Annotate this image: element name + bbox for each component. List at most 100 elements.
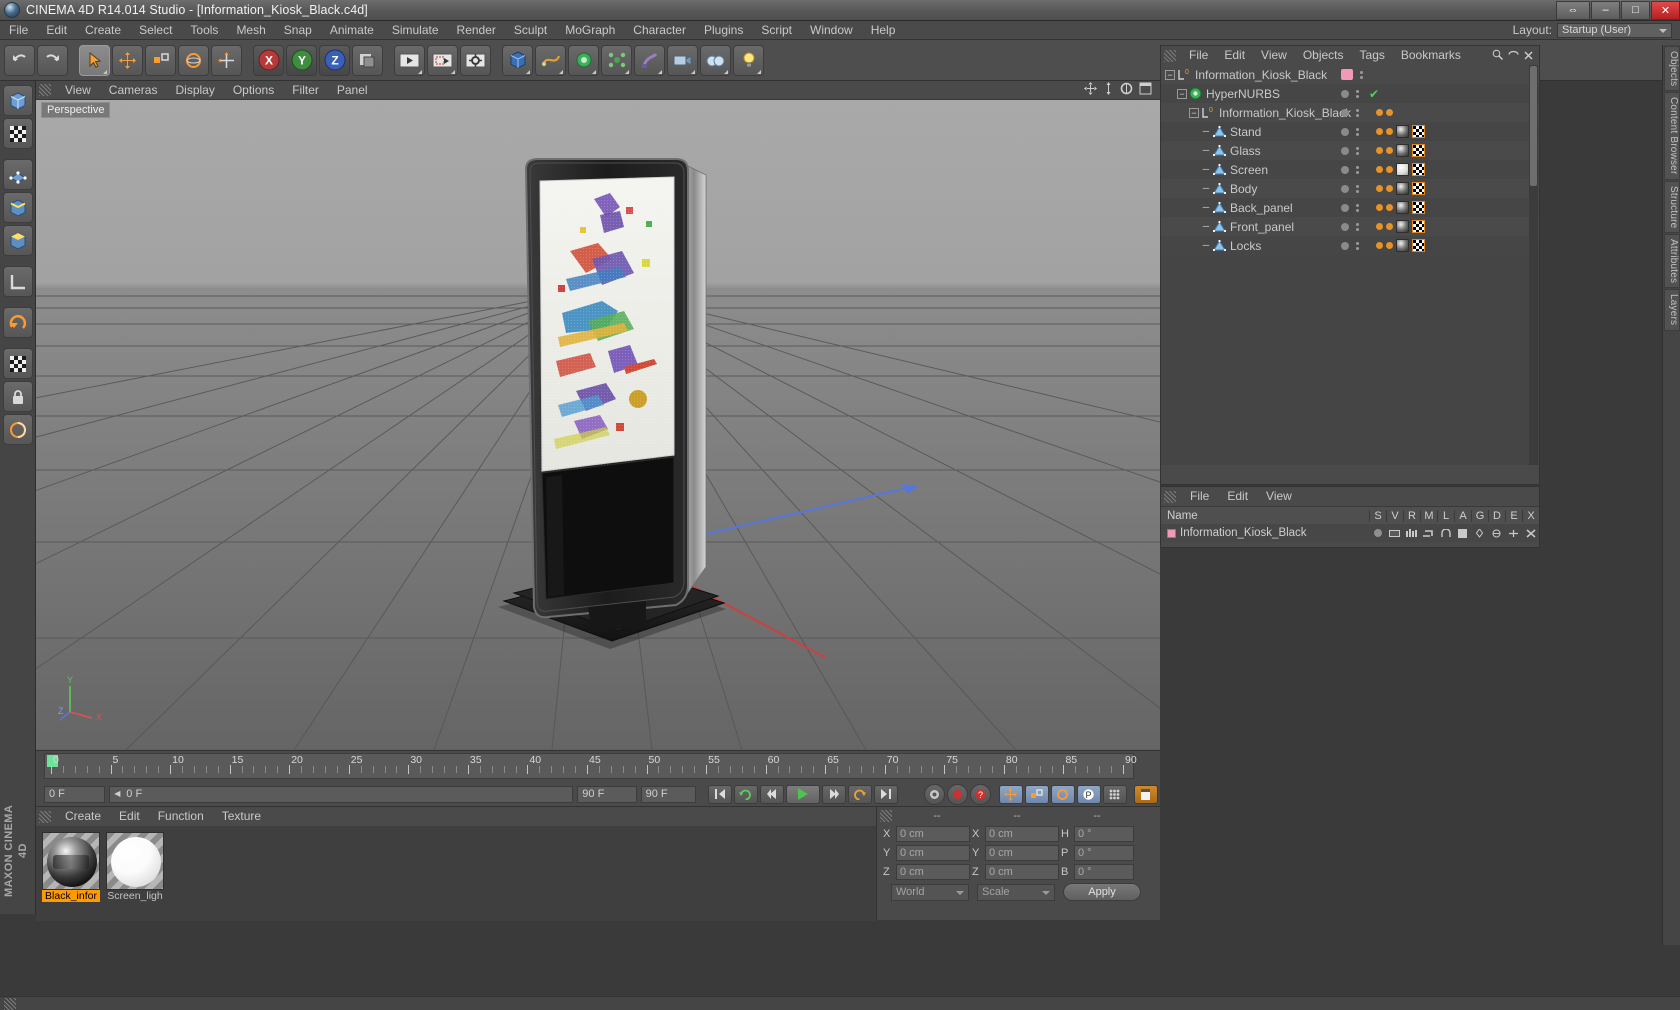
record-active-objects-button[interactable] (923, 783, 945, 805)
object-tags[interactable] (1376, 122, 1425, 141)
menu-window[interactable]: Window (801, 21, 862, 40)
rotate-button[interactable] (178, 44, 209, 76)
layer-cell-s[interactable] (1369, 529, 1386, 537)
object-visibility-dots[interactable] (1341, 122, 1359, 141)
tag-dot-icon[interactable] (1376, 128, 1383, 135)
lock-axis-button[interactable] (3, 381, 33, 412)
object-visibility-dots[interactable] (1341, 65, 1363, 84)
object-row[interactable]: ─ Glass (1161, 141, 1539, 160)
menu-mesh[interactable]: Mesh (227, 21, 274, 40)
editor-visibility-dot[interactable] (1341, 203, 1349, 212)
add-nurbs-button[interactable] (568, 44, 599, 76)
panel-grip-icon[interactable] (1164, 49, 1176, 62)
uvw-tag-icon[interactable] (1412, 239, 1425, 252)
redo-button[interactable] (37, 44, 68, 76)
menu-help[interactable]: Help (862, 21, 905, 40)
tag-dot-icon[interactable] (1376, 147, 1383, 154)
minimize-button[interactable]: – (1591, 0, 1620, 20)
material-item[interactable]: Black_infor (42, 832, 100, 921)
layer-col-m[interactable]: M (1420, 509, 1437, 522)
viewport-menu-view[interactable]: View (56, 81, 100, 100)
dock-tab-layers[interactable]: Layers (1664, 289, 1680, 331)
enabled-check-icon[interactable]: ✔ (1369, 87, 1379, 101)
coord-field-pos-y[interactable]: 0 cm (896, 844, 970, 861)
search-icon[interactable] (1492, 49, 1503, 63)
render-visibility-dots[interactable] (1356, 241, 1359, 250)
maximize-button[interactable]: □ (1621, 0, 1650, 20)
editor-visibility-dot[interactable] (1341, 184, 1349, 193)
layer-col-v[interactable]: V (1386, 509, 1403, 522)
coord-field-rot-h[interactable]: 0 ° (1074, 825, 1134, 842)
object-name-label[interactable]: Information_Kiosk_Black (1195, 68, 1327, 82)
editor-visibility-dot[interactable] (1341, 89, 1349, 98)
point-level-animation-button[interactable] (1102, 784, 1127, 804)
coord-field-size-y[interactable]: 0 cm (985, 844, 1059, 861)
menu-script[interactable]: Script (752, 21, 801, 40)
layout-dropdown[interactable]: Startup (User) (1557, 22, 1672, 38)
next-frame-button[interactable] (821, 784, 846, 804)
layer-cell-v[interactable] (1386, 529, 1403, 538)
coord-field-size-x[interactable]: 0 cm (985, 825, 1059, 842)
kiosk-3d-object[interactable] (496, 155, 726, 695)
menu-file[interactable]: File (0, 21, 37, 40)
tag-dot-icon[interactable] (1386, 223, 1393, 230)
editor-visibility-dot[interactable] (1341, 241, 1349, 250)
render-view-button[interactable] (394, 44, 425, 76)
previous-frame-button[interactable] (759, 784, 784, 804)
autokeying-button[interactable] (946, 783, 968, 805)
render-region-button[interactable] (427, 44, 458, 76)
layer-color-swatch[interactable] (1167, 528, 1176, 538)
coord-field-rot-p[interactable]: 0 ° (1074, 844, 1134, 861)
z-axis-lock-button[interactable]: Z (319, 44, 350, 76)
material-menu-edit[interactable]: Edit (110, 807, 149, 826)
tag-dot-icon[interactable] (1376, 204, 1383, 211)
material-sphere-white-icon[interactable] (106, 832, 164, 890)
layer-cell-a[interactable] (1454, 528, 1471, 538)
object-tags[interactable] (1376, 198, 1425, 217)
object-row[interactable]: ─ Locks (1161, 236, 1539, 255)
object-row[interactable]: ─ Stand (1161, 122, 1539, 141)
material-tag-icon[interactable] (1396, 163, 1409, 176)
model-mode-button[interactable] (3, 85, 33, 116)
world-axis-button[interactable] (211, 44, 242, 76)
menu-edit[interactable]: Edit (37, 21, 76, 40)
om-menu-tags[interactable]: Tags (1352, 46, 1393, 65)
coord-field-rot-b[interactable]: 0 ° (1074, 863, 1134, 880)
menu-character[interactable]: Character (624, 21, 695, 40)
timeline-preview-end-field[interactable]: 90 F (640, 785, 696, 803)
material-tag-icon[interactable] (1396, 220, 1409, 233)
object-row[interactable]: − HyperNURBS ✔ (1161, 84, 1539, 103)
viewport-menu-display[interactable]: Display (166, 81, 223, 100)
object-visibility-dots[interactable] (1341, 236, 1359, 255)
layer-cell-l[interactable] (1437, 528, 1454, 538)
lm-menu-file[interactable]: File (1181, 487, 1218, 506)
keyframe-selection-button[interactable]: ? (969, 783, 991, 805)
live-selection-button[interactable] (79, 44, 110, 76)
object-manager-scrollbar[interactable] (1529, 65, 1538, 465)
tag-dot-icon[interactable] (1376, 166, 1383, 173)
dock-tab-content-browser[interactable]: Content Browser (1664, 92, 1680, 180)
uvw-tag-icon[interactable] (1412, 163, 1425, 176)
play-button[interactable] (785, 784, 820, 804)
layer-row[interactable]: Information_Kiosk_Black (1161, 524, 1539, 542)
panel-grip-icon[interactable] (39, 810, 51, 823)
object-tags[interactable] (1376, 217, 1425, 236)
orbit-icon[interactable] (1120, 82, 1133, 98)
object-name-label[interactable]: Information_Kiosk_Black (1219, 106, 1351, 120)
render-visibility-dots[interactable] (1360, 70, 1363, 79)
material-tag-icon[interactable] (1396, 182, 1409, 195)
render-visibility-dots[interactable] (1356, 127, 1359, 136)
layer-col-g[interactable]: G (1471, 509, 1488, 522)
close-icon[interactable] (1524, 49, 1533, 63)
viewport-menu-cameras[interactable]: Cameras (100, 81, 167, 100)
menu-plugins[interactable]: Plugins (695, 21, 752, 40)
render-visibility-dots[interactable] (1356, 108, 1359, 117)
material-sphere-chrome-icon[interactable] (42, 832, 100, 890)
render-visibility-dots[interactable] (1356, 89, 1359, 98)
object-name-label[interactable]: Body (1230, 182, 1257, 196)
object-tags[interactable] (1376, 160, 1425, 179)
timeline-settings-button[interactable] (1133, 784, 1158, 804)
editor-visibility-dot[interactable] (1341, 146, 1349, 155)
uvw-tag-icon[interactable] (1412, 220, 1425, 233)
play-forward-loop-button[interactable] (847, 784, 872, 804)
